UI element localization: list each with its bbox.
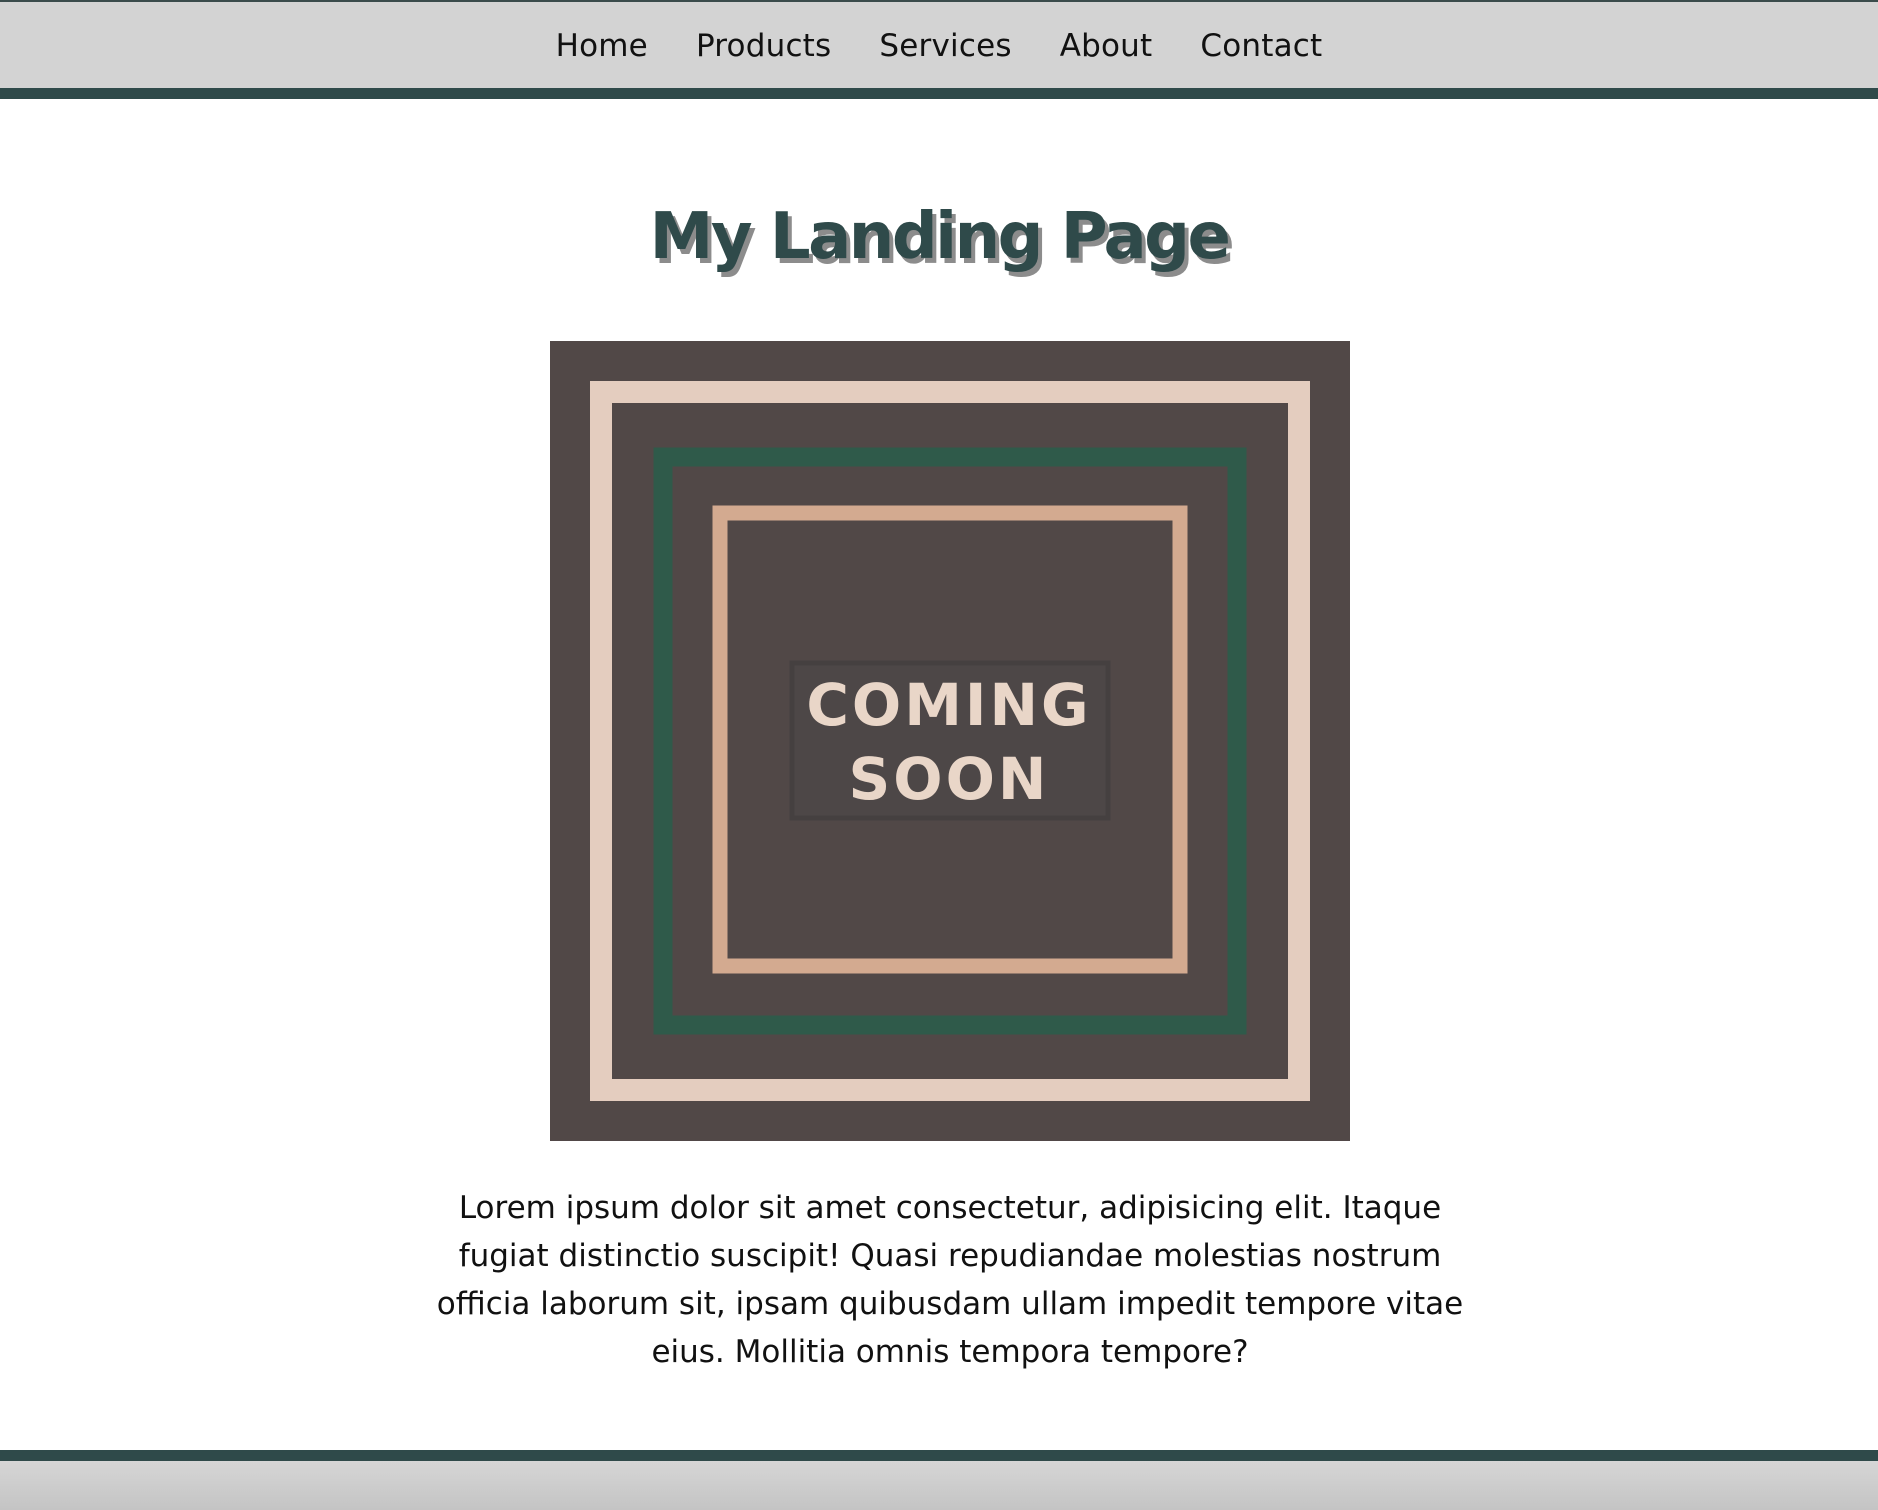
- nav-item-about[interactable]: About: [1036, 28, 1177, 64]
- coming-soon-graphic: COMING SOON: [550, 341, 1350, 1141]
- nav-item-services[interactable]: Services: [855, 28, 1035, 64]
- nav-item-home[interactable]: Home: [532, 28, 672, 64]
- nav-item-products[interactable]: Products: [672, 28, 855, 64]
- coming-soon-image: COMING SOON: [550, 341, 1350, 1141]
- coming-soon-line1: COMING: [806, 671, 1091, 739]
- footer-top-border: [0, 1450, 1878, 1461]
- landing-page: Home Products Services About Contact My …: [0, 0, 1878, 1510]
- top-nav-bar: Home Products Services About Contact: [0, 0, 1878, 88]
- page-title: My Landing Page: [649, 200, 1231, 274]
- footer: [0, 1461, 1878, 1510]
- nav-item-contact[interactable]: Contact: [1176, 28, 1346, 64]
- main-nav: Home Products Services About Contact: [0, 2, 1878, 90]
- description-text: Lorem ipsum dolor sit amet consectetur, …: [436, 1190, 1464, 1370]
- nav-bottom-border: [0, 88, 1878, 99]
- coming-soon-line2: SOON: [849, 745, 1050, 813]
